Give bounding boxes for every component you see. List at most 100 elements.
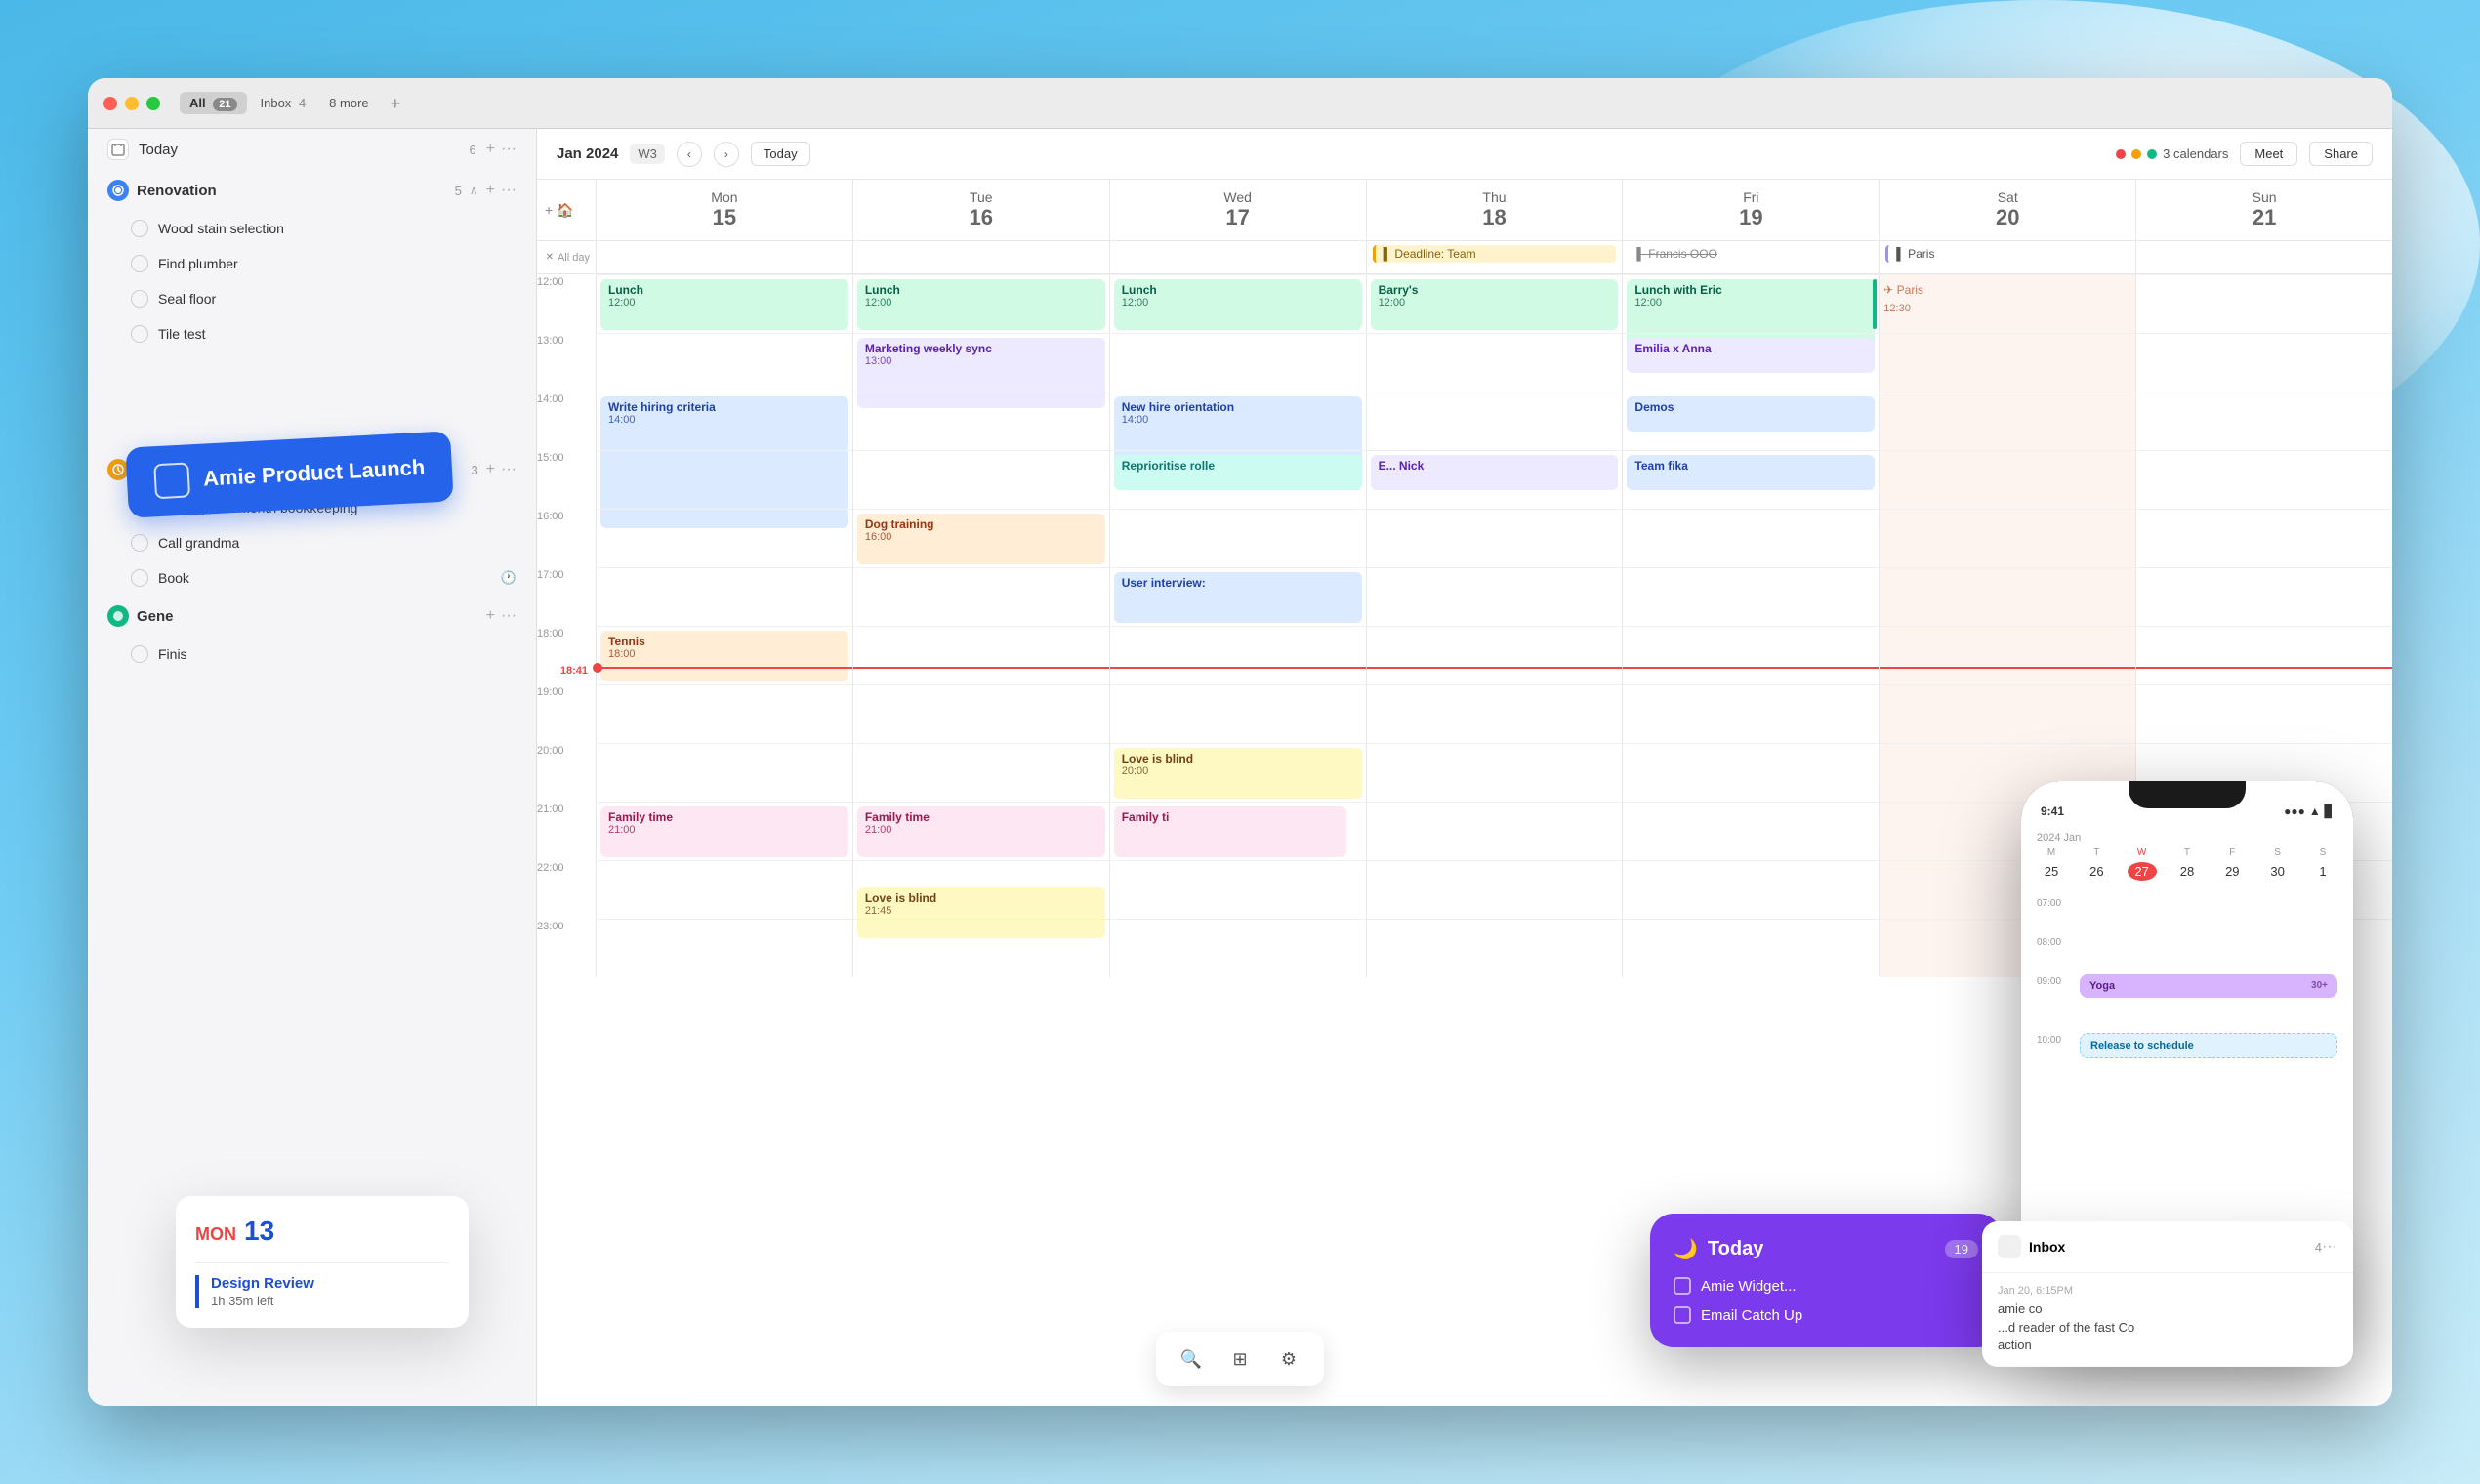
time-cell-mon-1300[interactable] (596, 333, 852, 392)
general-more[interactable]: ··· (501, 608, 517, 624)
time-cell-thu-2300[interactable] (1366, 919, 1623, 977)
event-lunch-mon[interactable]: Lunch 12:00 (600, 279, 848, 330)
event-emilia-anna[interactable]: Emilia x Anna (1627, 338, 1875, 373)
task-plumber[interactable]: Find plumber (88, 246, 536, 281)
event-love-is-blind-wed[interactable]: Love is blind 20:00 (1114, 748, 1362, 799)
maximize-button[interactable] (146, 97, 160, 110)
today-more-button[interactable]: ··· (501, 142, 517, 157)
time-cell-mon-2300[interactable] (596, 919, 852, 977)
event-family-time-wed[interactable]: Family ti (1114, 806, 1346, 857)
phone-event-release[interactable]: Release to schedule (2080, 1033, 2337, 1058)
time-cell-sat-1200[interactable]: ✈ Paris 12:30 (1879, 274, 2135, 333)
time-cell-mon-2200[interactable] (596, 860, 852, 919)
calendar-today-button[interactable]: Today (751, 142, 810, 166)
sidebar-item-today[interactable]: Today 6 + ··· (88, 129, 536, 170)
event-e-nick[interactable]: E... Nick (1371, 455, 1619, 490)
tab-more[interactable]: 8 more (319, 92, 378, 114)
time-cell-wed-1300[interactable] (1109, 333, 1366, 392)
task-tile-test[interactable]: Tile test (88, 316, 536, 351)
time-cell-thu-1400[interactable] (1366, 392, 1623, 450)
time-cell-sat-1400[interactable] (1879, 392, 2135, 450)
inbox-item-1[interactable]: Jan 20, 6:15PM amie co...d reader of the… (1982, 1273, 2353, 1367)
time-cell-fri-1300[interactable]: Emilia x Anna (1622, 333, 1879, 392)
time-cell-mon-1600[interactable] (596, 509, 852, 567)
time-cell-sun-1300[interactable] (2135, 333, 2392, 392)
task-checkbox[interactable] (131, 569, 148, 587)
time-cell-fri-2100[interactable] (1622, 802, 1879, 860)
time-cell-wed-1800[interactable] (1109, 626, 1366, 684)
time-cell-sat-1500[interactable] (1879, 450, 2135, 509)
add-event-icon[interactable]: + 🏠 (537, 180, 596, 240)
today-add-button[interactable]: + (486, 142, 495, 157)
time-cell-fri-1500[interactable]: Team fika (1622, 450, 1879, 509)
time-cell-wed-2300[interactable] (1109, 919, 1366, 977)
general-add[interactable]: + (486, 608, 495, 624)
widget-checkbox-2[interactable] (1674, 1306, 1691, 1324)
task-checkbox[interactable] (131, 534, 148, 552)
time-cell-wed-1400[interactable]: New hire orientation 14:00 (1109, 392, 1366, 450)
time-cell-wed-2000[interactable]: Love is blind 20:00 (1109, 743, 1366, 802)
time-cell-fri-1400[interactable]: Demos (1622, 392, 1879, 450)
time-cell-thu-1700[interactable] (1366, 567, 1623, 626)
event-lunch-wed[interactable]: Lunch 12:00 (1114, 279, 1362, 330)
time-cell-wed-1200[interactable]: Lunch 12:00 (1109, 274, 1366, 333)
francis-event[interactable]: ▌ Francis OOO (1629, 245, 1873, 263)
time-cell-thu-1800[interactable] (1366, 626, 1623, 684)
time-cell-tue-1200[interactable]: Lunch 12:00 (852, 274, 1109, 333)
time-cell-sun-1400[interactable] (2135, 392, 2392, 450)
time-cell-mon-1900[interactable] (596, 684, 852, 743)
time-cell-sat-1900[interactable] (1879, 684, 2135, 743)
minimize-button[interactable] (125, 97, 139, 110)
time-cell-fri-1600[interactable] (1622, 509, 1879, 567)
time-cell-fri-1900[interactable] (1622, 684, 1879, 743)
time-cell-tue-2300[interactable] (852, 919, 1109, 977)
time-cell-thu-1300[interactable] (1366, 333, 1623, 392)
close-button[interactable] (103, 97, 117, 110)
task-checkbox[interactable] (131, 255, 148, 272)
time-cell-thu-2100[interactable] (1366, 802, 1623, 860)
time-cell-fri-2000[interactable] (1622, 743, 1879, 802)
deadline-event[interactable]: ▌ Deadline: Team (1373, 245, 1617, 263)
time-cell-fri-1700[interactable] (1622, 567, 1879, 626)
event-dog-training[interactable]: Dog training 16:00 (857, 514, 1105, 564)
renovation-more-button[interactable]: ··· (501, 183, 517, 198)
event-family-time-mon[interactable]: Family time 21:00 (600, 806, 848, 857)
time-cell-fri-2300[interactable] (1622, 919, 1879, 977)
time-cell-fri-2200[interactable] (1622, 860, 1879, 919)
layout-toolbar-button[interactable]: ⊞ (1220, 1340, 1260, 1379)
time-cell-thu-2200[interactable] (1366, 860, 1623, 919)
settings-toolbar-button[interactable]: ⚙ (1269, 1340, 1308, 1379)
event-team-fika[interactable]: Team fika (1627, 455, 1875, 490)
phone-event-yoga[interactable]: Yoga 30+ (2080, 974, 2337, 998)
event-family-time-tue[interactable]: Family time 21:00 (857, 806, 1105, 857)
time-cell-sun-1200[interactable] (2135, 274, 2392, 333)
task-finis[interactable]: Finis (88, 637, 536, 672)
task-seal-floor[interactable]: Seal floor (88, 281, 536, 316)
task-grandma[interactable]: Call grandma (88, 525, 536, 560)
general-header[interactable]: Gene + ··· (88, 596, 536, 637)
next-week-add[interactable]: + (486, 462, 495, 477)
time-cell-sun-1600[interactable] (2135, 509, 2392, 567)
renovation-group-header[interactable]: Renovation 5 ∧ + ··· (88, 170, 536, 211)
meet-button[interactable]: Meet (2240, 142, 2297, 166)
event-lunch-tue[interactable]: Lunch 12:00 (857, 279, 1105, 330)
tab-inbox[interactable]: Inbox 4 (251, 92, 316, 114)
time-cell-thu-1600[interactable] (1366, 509, 1623, 567)
renovation-add-button[interactable]: + (486, 183, 495, 198)
time-cell-wed-2200[interactable] (1109, 860, 1366, 919)
task-wood-stain[interactable]: Wood stain selection (88, 211, 536, 246)
next-week-more[interactable]: ··· (501, 462, 517, 477)
time-cell-tue-1700[interactable] (852, 567, 1109, 626)
event-tennis[interactable]: Tennis 18:00 (600, 631, 848, 681)
inbox-more-button[interactable]: ··· (2322, 1238, 2337, 1256)
time-cell-thu-2000[interactable] (1366, 743, 1623, 802)
time-cell-sat-1600[interactable] (1879, 509, 2135, 567)
task-checkbox[interactable] (131, 220, 148, 237)
time-cell-sun-1700[interactable] (2135, 567, 2392, 626)
search-toolbar-button[interactable]: 🔍 (1172, 1340, 1211, 1379)
time-cell-tue-1500[interactable] (852, 450, 1109, 509)
share-button[interactable]: Share (2309, 142, 2373, 166)
task-checkbox[interactable] (131, 325, 148, 343)
time-cell-sat-1800[interactable] (1879, 626, 2135, 684)
time-cell-tue-1600[interactable]: Dog training 16:00 (852, 509, 1109, 567)
